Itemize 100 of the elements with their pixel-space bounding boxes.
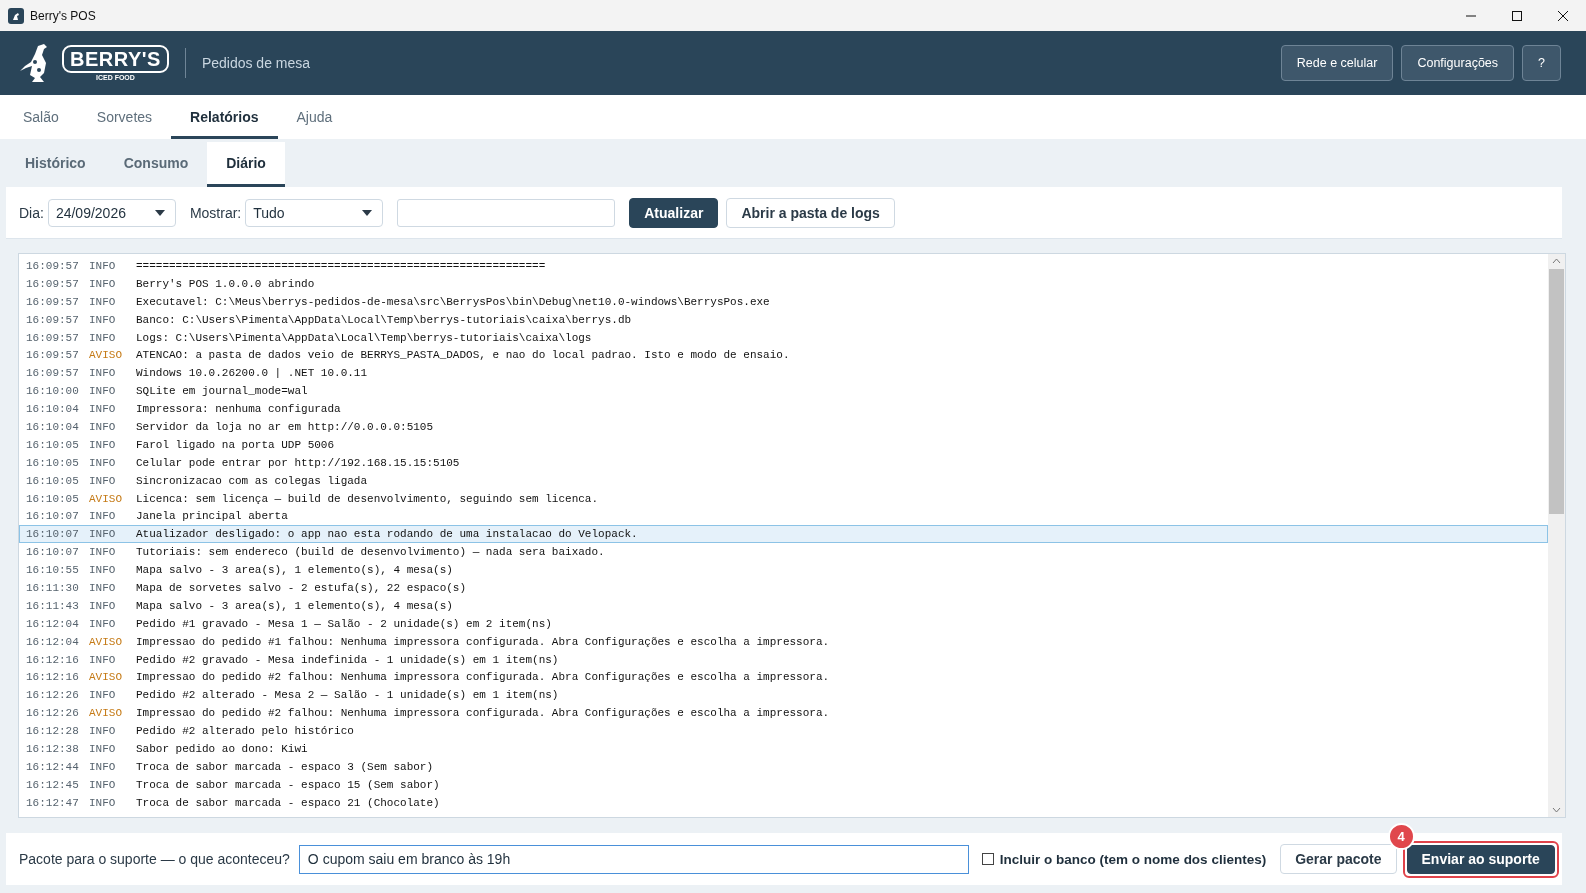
log-time: 16:12:26 (26, 707, 80, 720)
log-time: 16:12:45 (26, 778, 80, 791)
log-message: Impressora: nenhuma configurada (136, 403, 342, 416)
log-time: 16:09:57 (26, 313, 80, 326)
log-message: Tutoriais: sem endereco (build de desenvolvimento) — nada sera baixado. (136, 546, 606, 559)
log-message: Pedido #2 alterado pelo histórico (136, 725, 355, 738)
log-message: Executavel: C:\Meus\berrys-pedidos-de-mesa\src\BerrysPos\bin\Debug\net10.0-windows\BerrysPos.exe (136, 295, 771, 308)
brand-logo: BERRY'S (62, 44, 169, 73)
log-time: 16:12:28 (26, 725, 80, 738)
log-message: Troca de sabor marcada - espaco 21 (Chocolate) (136, 796, 441, 809)
selected-row-highlight[interactable]: 16:10:07 INFO Atualizador desligado: o app nao esta rodando de uma instalacao do Velopack. (19, 525, 1548, 544)
log-level: INFO (89, 617, 117, 630)
send-support-button[interactable]: Enviar ao suporte (1406, 844, 1555, 874)
log-level: INFO (89, 743, 117, 755)
log-time: 16:10:04 (26, 403, 80, 416)
main-tab[interactable]: Sorvetes (77, 98, 172, 139)
log-time: 16:09:57 (26, 295, 80, 308)
scrollbar[interactable] (1548, 254, 1565, 817)
log-level: INFO (89, 259, 117, 272)
log-level: INFO (89, 403, 117, 416)
header-button[interactable]: ? (1522, 45, 1561, 81)
log-time: 16:12:26 (26, 689, 80, 702)
open-logs-button[interactable]: Abrir a pasta de logs (726, 197, 895, 228)
log-level: INFO (89, 778, 117, 791)
caret-icon (362, 209, 373, 216)
header-button[interactable]: Configurações (1401, 45, 1515, 81)
maximize-icon[interactable] (1512, 10, 1522, 21)
log-time: 16:12:44 (26, 760, 80, 773)
log-time: 16:10:00 (26, 385, 80, 398)
log-time: 16:12:16 (26, 671, 80, 684)
log-message: Impressao do pedido #1 falhou: Nenhuma impressora configurada. Abra Configurações e escolha a impressora. (136, 635, 831, 648)
sub-tab[interactable]: Histórico (6, 142, 105, 187)
refresh-button[interactable]: Atualizar (629, 197, 719, 228)
log-message: Berry's POS 1.0.0.0 abrindo (136, 277, 316, 290)
log-time: 16:09:57 (26, 367, 80, 380)
main-tab[interactable]: Salão (4, 98, 78, 139)
log-time: 16:12:16 (26, 653, 80, 666)
log-level: INFO (89, 331, 117, 344)
log-time: 16:09:57 (26, 259, 80, 272)
log-time: 16:12:04 (26, 617, 80, 630)
log-message: Sincronizacao com as colegas ligada (136, 474, 369, 487)
log-level: INFO (89, 420, 117, 433)
log-level: INFO (89, 510, 117, 523)
search-field[interactable] (397, 198, 616, 227)
log-message: SQLite em journal_mode=wal (136, 385, 309, 398)
log-level: INFO (89, 313, 117, 326)
log-message: Impressao do pedido #2 falhou: Nenhuma impressora configurada. Abra Configurações e escolha a impressora. (136, 707, 831, 720)
support-label: Pacote para o suporte — o que aconteceu? (19, 851, 290, 867)
log-message: ATENCAO: a pasta de dados veio de BERRYS_PASTA_DADOS, e nao do local padrao. Isto e modo de ensaio. (136, 349, 791, 362)
day-label: Dia: (19, 204, 44, 221)
log-message: Troca de sabor marcada - espaco 3 (Sem sabor) (136, 760, 435, 773)
main-tab[interactable]: Relatórios (171, 98, 278, 139)
log-message: Janela principal aberta (136, 510, 289, 523)
generate-package-button[interactable]: Gerar pacote (1280, 844, 1397, 874)
log-time: 16:10:07 (26, 546, 80, 559)
log-time: 16:10:55 (26, 564, 80, 577)
log-message: Atualizador desligado: o app nao esta rodando de uma instalacao do Velopack. (136, 528, 639, 541)
log-time: 16:12:47 (26, 796, 80, 809)
log-level: INFO (89, 456, 117, 469)
log-level: AVISO (89, 349, 123, 362)
log-message: Farol ligado na porta UDP 5006 (136, 438, 336, 451)
log-level: INFO (89, 564, 117, 577)
log-time: 16:11:43 (26, 599, 80, 612)
log-level: INFO (89, 796, 117, 809)
log-level: INFO (89, 528, 117, 541)
log-message: Windows 10.0.26200.0 | .NET 10.0.11 (136, 367, 369, 380)
log-message: Logs: C:\Users\Pimenta\AppData\Local\Temp\berrys-tutoriais\caixa\logs (136, 331, 593, 344)
header-button[interactable]: Rede e celular (1280, 45, 1394, 81)
sub-tab[interactable]: Diário (207, 142, 285, 187)
log-message: Pedido #2 gravado - Mesa indefinida - 1 unidade(s) em 1 item(ns) (136, 653, 560, 666)
log-level: INFO (89, 689, 117, 702)
log-time: 16:12:38 (26, 743, 80, 755)
log-level: INFO (89, 438, 117, 451)
log-message: Mapa salvo - 3 area(s), 1 elemento(s), 4 mesa(s) (136, 564, 454, 577)
include-database-checkbox[interactable]: Incluir o banco (tem o nome dos clientes) (981, 851, 1267, 867)
log-time: 16:10:05 (26, 474, 80, 487)
log-time: 16:10:07 (26, 528, 80, 541)
log-level: INFO (89, 385, 117, 398)
log-time: 16:11:30 (26, 581, 80, 594)
log-level: INFO (89, 277, 117, 290)
description-field[interactable]: O cupom saiu em branco às 19h (298, 844, 969, 874)
log-message: ============================================================== (136, 259, 547, 272)
log-message: Banco: C:\Users\Pimenta\AppData\Local\Temp\berrys-tutoriais\caixa\berrys.db (136, 313, 633, 326)
log-time: 16:12:04 (26, 635, 80, 648)
log-level: INFO (89, 599, 117, 612)
caret-icon (154, 209, 165, 216)
sub-tab[interactable]: Consumo (104, 142, 208, 187)
log-message: Servidor da loja no ar em http://0.0.0.0:5105 (136, 420, 435, 433)
log-message: Celular pode entrar por http://192.168.15.15:5105 (136, 456, 461, 469)
date-dropdown[interactable]: 24/09/2026 (47, 198, 176, 227)
log-level: AVISO (89, 635, 123, 648)
log-time: 16:10:07 (26, 510, 80, 523)
log-message: Licenca: sem licença — build de desenvolvimento, seguindo sem licenca. (136, 492, 600, 505)
main-tab[interactable]: Ajuda (277, 98, 352, 139)
log-level: AVISO (89, 492, 123, 505)
close-icon[interactable] (1558, 10, 1568, 21)
log-time: 16:10:04 (26, 420, 80, 433)
log-level: AVISO (89, 707, 123, 720)
log-message: Mapa de sorvetes salvo - 2 estufa(s), 22 espaco(s) (136, 581, 468, 594)
filter-dropdown[interactable]: Tudo (245, 198, 384, 227)
